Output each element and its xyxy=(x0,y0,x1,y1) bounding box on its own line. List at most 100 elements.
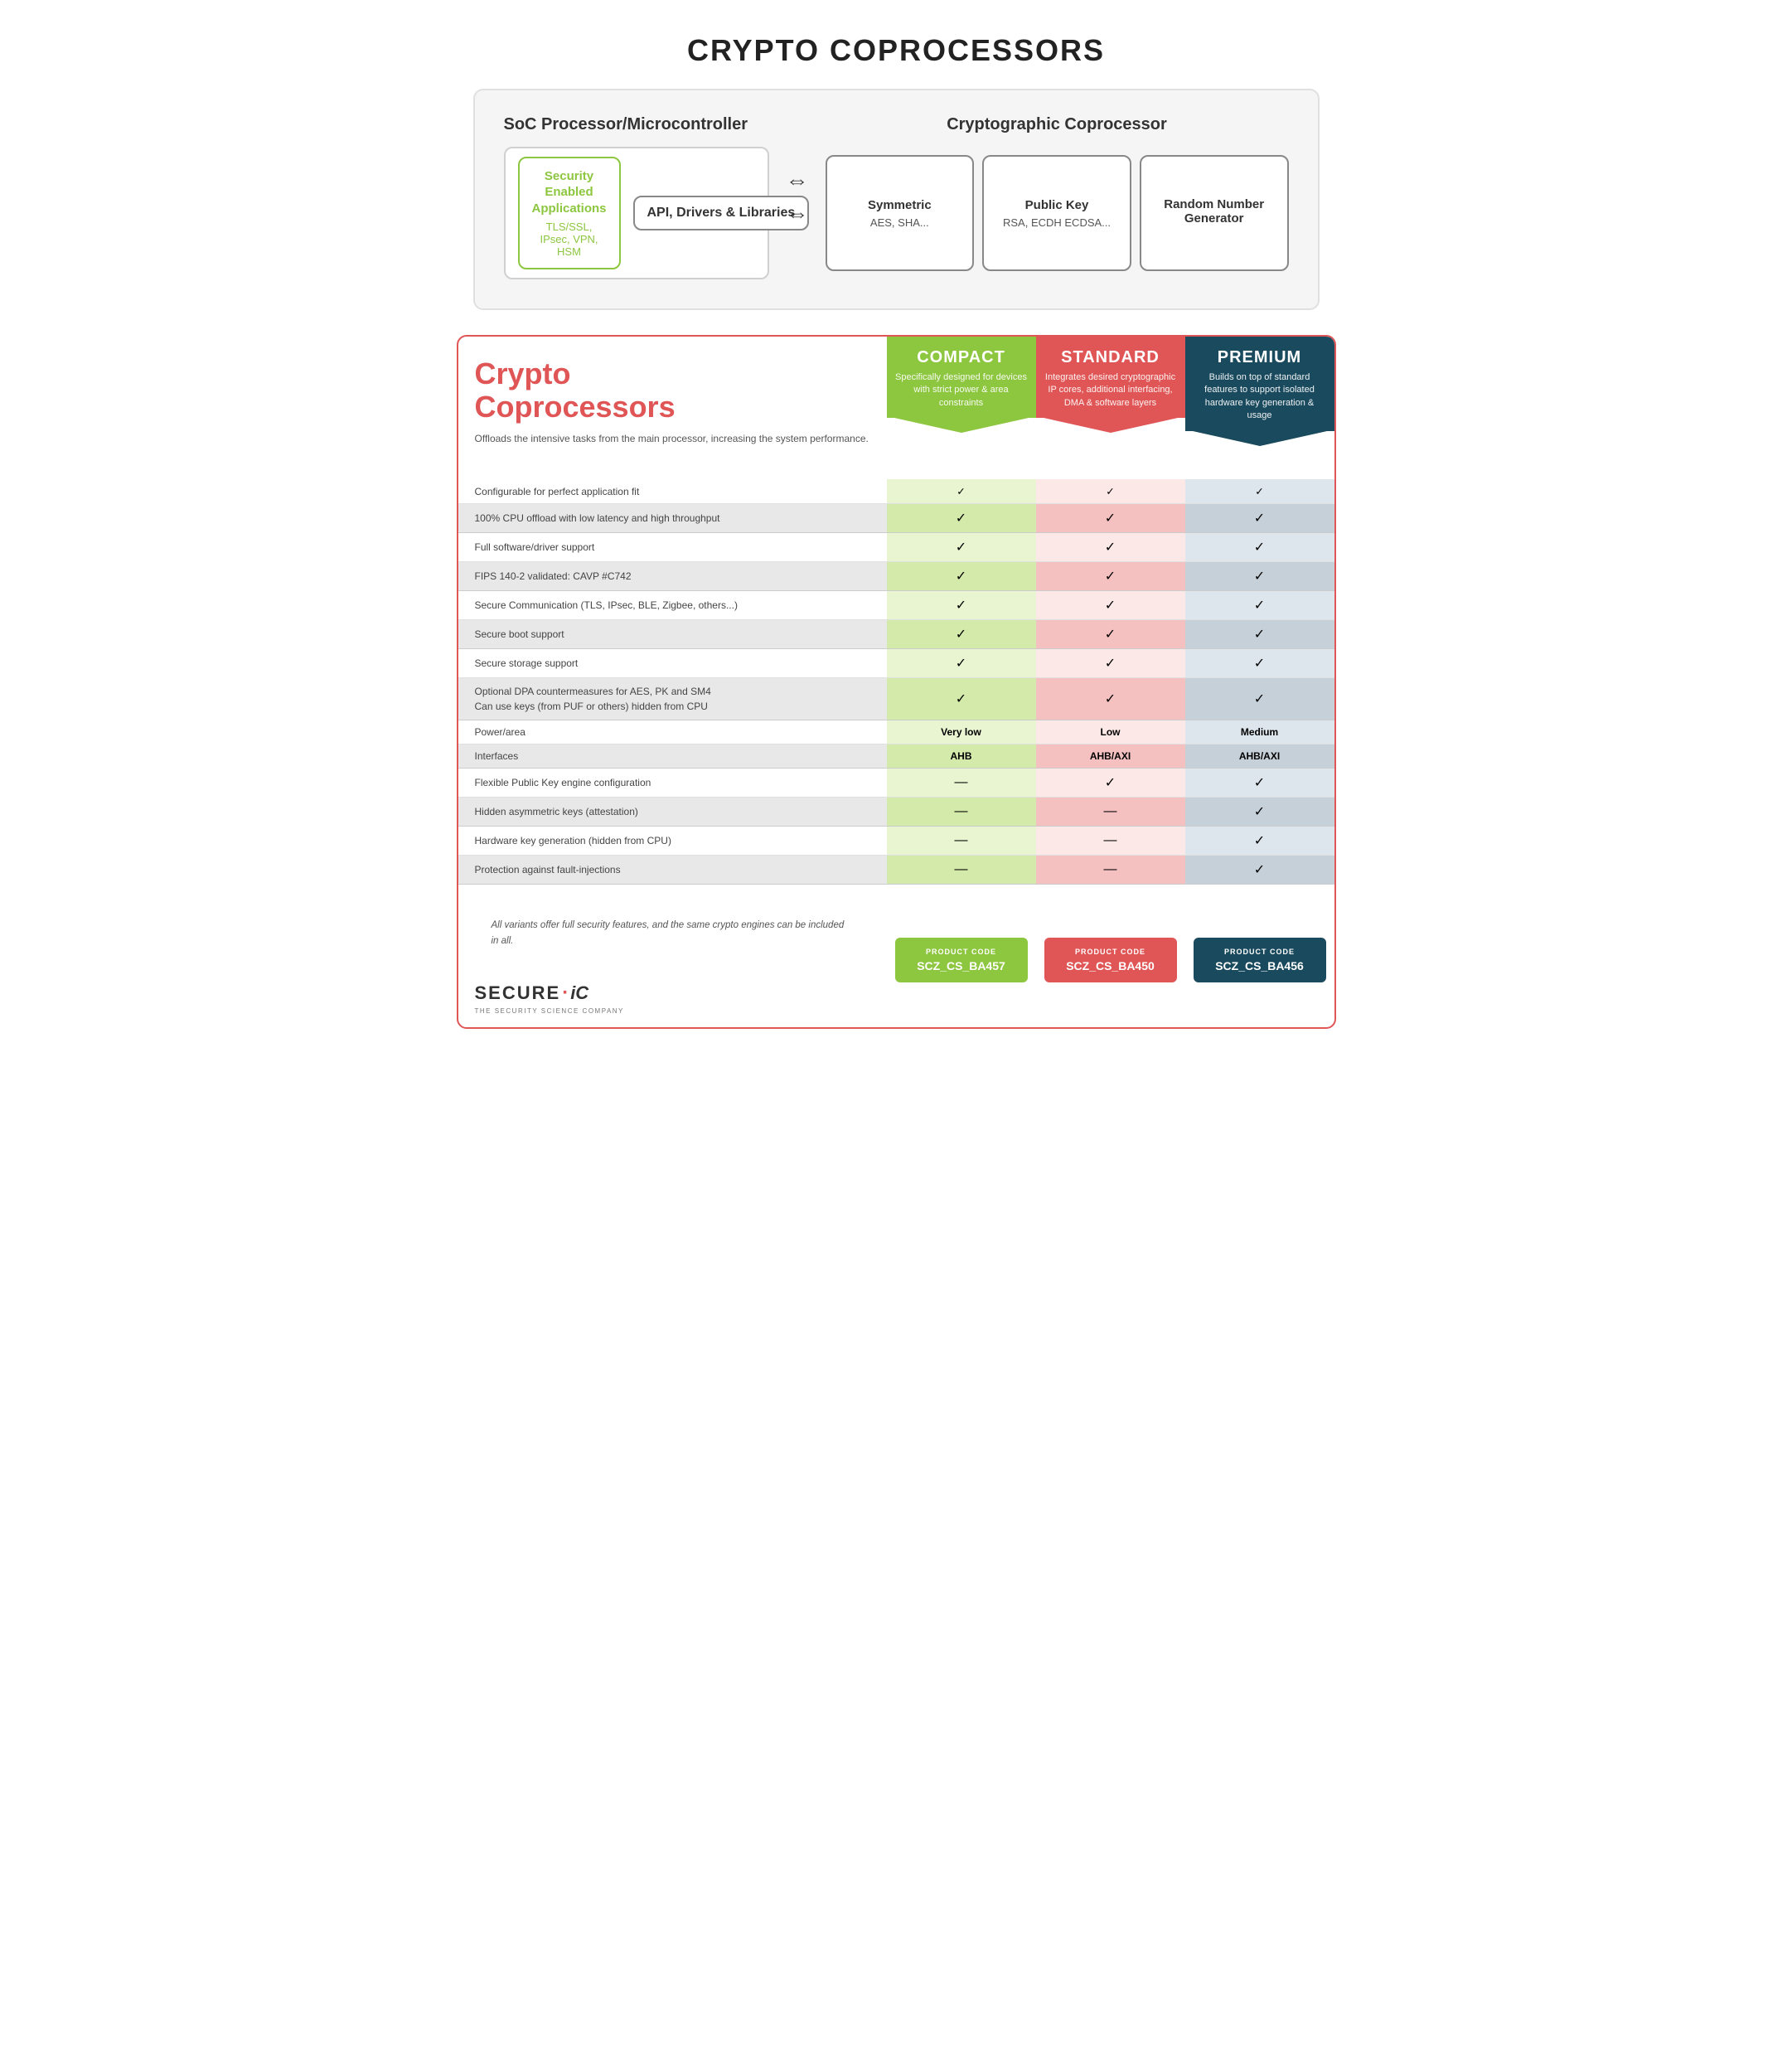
crypto-boxes: Symmetric AES, SHA... Public Key RSA, EC… xyxy=(826,147,1289,279)
publickey-title: Public Key xyxy=(1025,198,1089,212)
standard-configurable: ✓ xyxy=(1036,479,1185,504)
compact-power: Very low xyxy=(887,720,1036,744)
compact-product-code: SCZ_CS_BA457 xyxy=(908,959,1015,972)
cc-subtitle: Offloads the intensive tasks from the ma… xyxy=(475,431,870,446)
premium-interfaces: AHB/AXI xyxy=(1185,744,1334,769)
standard-desc: Integrates desired cryptographic IP core… xyxy=(1044,371,1177,410)
publickey-sub: RSA, ECDH ECDSA... xyxy=(1003,216,1111,229)
sec-enabled-sub: TLS/SSL, IPsec, VPN, HSM xyxy=(532,221,607,258)
compact-dpa: ✓ xyxy=(887,678,1036,720)
compact-header: COMPACT Specifically designed for device… xyxy=(887,337,1036,458)
product-code-compact: PRODUCT CODE SCZ_CS_BA457 xyxy=(887,893,1036,1027)
crypto-box-symmetric: Symmetric AES, SHA... xyxy=(826,155,975,271)
symmetric-title: Symmetric xyxy=(868,198,932,212)
label-flexiblepk: Flexible Public Key engine configuration xyxy=(458,769,887,798)
label-interfaces: Interfaces xyxy=(458,744,887,769)
product-code-standard: PRODUCT CODE SCZ_CS_BA450 xyxy=(1036,893,1185,1027)
label-software: Full software/driver support xyxy=(458,533,887,562)
standard-hiddenasym: — xyxy=(1036,798,1185,827)
premium-secboot: ✓ xyxy=(1185,620,1334,649)
logo-suffix: iC xyxy=(570,982,588,1004)
standard-software: ✓ xyxy=(1036,533,1185,562)
compact-fips: ✓ xyxy=(887,562,1036,591)
soc-box: Security Enabled Applications TLS/SSL, I… xyxy=(504,147,769,279)
standard-secboot: ✓ xyxy=(1036,620,1185,649)
compact-hwkeygen: — xyxy=(887,827,1036,856)
premium-badge: PREMIUM Builds on top of standard featur… xyxy=(1185,337,1334,431)
crypto-title: Cryptographic Coprocessor xyxy=(826,115,1289,134)
label-dpa: Optional DPA countermeasures for AES, PK… xyxy=(458,678,887,720)
standard-cpu: ✓ xyxy=(1036,504,1185,533)
soc-column: SoC Processor/Microcontroller Security E… xyxy=(496,107,777,288)
premium-faultinject: ✓ xyxy=(1185,856,1334,885)
label-faultinject: Protection against fault-injections xyxy=(458,856,887,885)
compact-secboot: ✓ xyxy=(887,620,1036,649)
compact-badge: COMPACT Specifically designed for device… xyxy=(887,337,1036,418)
premium-title: PREMIUM xyxy=(1194,348,1326,367)
standard-flexiblepk: ✓ xyxy=(1036,769,1185,798)
compact-seccomm: ✓ xyxy=(887,591,1036,620)
standard-product-code: SCZ_CS_BA450 xyxy=(1057,959,1165,972)
standard-header: STANDARD Integrates desired cryptographi… xyxy=(1036,337,1185,458)
premium-fips: ✓ xyxy=(1185,562,1334,591)
security-enabled-box: Security Enabled Applications TLS/SSL, I… xyxy=(518,157,621,270)
standard-fips: ✓ xyxy=(1036,562,1185,591)
premium-product-code: SCZ_CS_BA456 xyxy=(1206,959,1314,972)
premium-header: PREMIUM Builds on top of standard featur… xyxy=(1185,337,1334,458)
compact-faultinject: — xyxy=(887,856,1036,885)
standard-seccomm: ✓ xyxy=(1036,591,1185,620)
label-seccomm: Secure Communication (TLS, IPsec, BLE, Z… xyxy=(458,591,887,620)
premium-hwkeygen: ✓ xyxy=(1185,827,1334,856)
crypto-box-publickey: Public Key RSA, ECDH ECDSA... xyxy=(982,155,1131,271)
compact-secstorage: ✓ xyxy=(887,649,1036,678)
label-hwkeygen: Hardware key generation (hidden from CPU… xyxy=(458,827,887,856)
logo-area: SECURE · iC THE SECURITY SCIENCE COMPANY xyxy=(475,973,870,1015)
product-code-premium: PRODUCT CODE SCZ_CS_BA456 xyxy=(1185,893,1334,1027)
arrows: ⇔ ⇔ xyxy=(777,107,817,288)
symmetric-sub: AES, SHA... xyxy=(870,216,929,229)
standard-badge: STANDARD Integrates desired cryptographi… xyxy=(1036,337,1185,418)
premium-desc: Builds on top of standard features to su… xyxy=(1194,371,1326,423)
label-hiddenasym: Hidden asymmetric keys (attestation) xyxy=(458,798,887,827)
standard-power: Low xyxy=(1036,720,1185,744)
label-secstorage: Secure storage support xyxy=(458,649,887,678)
compact-interfaces: AHB xyxy=(887,744,1036,769)
main-title: CRYPTO COPROCESSORS xyxy=(473,17,1320,89)
premium-hiddenasym: ✓ xyxy=(1185,798,1334,827)
label-power: Power/area xyxy=(458,720,887,744)
label-cpu: 100% CPU offload with low latency and hi… xyxy=(458,504,887,533)
top-section: CRYPTO COPROCESSORS SoC Processor/Microc… xyxy=(448,0,1344,335)
cc-main-title: Crypto Coprocessors xyxy=(475,357,870,423)
footer-row: All variants offer full security feature… xyxy=(458,893,1334,1027)
arrow-double-up: ⇔ xyxy=(786,167,809,194)
architecture-diagram: SoC Processor/Microcontroller Security E… xyxy=(473,89,1320,310)
label-configurable: Configurable for perfect application fit xyxy=(458,479,887,504)
premium-cpu: ✓ xyxy=(1185,504,1334,533)
compact-configurable: ✓ xyxy=(887,479,1036,504)
standard-secstorage: ✓ xyxy=(1036,649,1185,678)
compact-title: COMPACT xyxy=(895,348,1028,367)
arrow-double-down: ⇔ xyxy=(786,201,809,227)
header-spacer xyxy=(458,458,1334,479)
premium-seccomm: ✓ xyxy=(1185,591,1334,620)
standard-dpa: ✓ xyxy=(1036,678,1185,720)
soc-title: SoC Processor/Microcontroller xyxy=(504,115,769,134)
compact-flexiblepk: — xyxy=(887,769,1036,798)
compact-software: ✓ xyxy=(887,533,1036,562)
rng-title: Random Number Generator xyxy=(1151,197,1277,226)
standard-title: STANDARD xyxy=(1044,348,1177,367)
feature-table: Configurable for perfect application fit… xyxy=(458,479,1334,885)
comparison-header: Crypto Coprocessors Offloads the intensi… xyxy=(458,337,1334,458)
standard-faultinject: — xyxy=(1036,856,1185,885)
sec-enabled-title: Security Enabled Applications xyxy=(532,168,607,217)
compact-product-label: PRODUCT CODE xyxy=(908,948,1015,956)
label-fips: FIPS 140-2 validated: CAVP #C742 xyxy=(458,562,887,591)
cc-title-cell: Crypto Coprocessors Offloads the intensi… xyxy=(458,337,887,458)
standard-interfaces: AHB/AXI xyxy=(1036,744,1185,769)
premium-software: ✓ xyxy=(1185,533,1334,562)
standard-product-label: PRODUCT CODE xyxy=(1057,948,1165,956)
premium-flexiblepk: ✓ xyxy=(1185,769,1334,798)
standard-hwkeygen: — xyxy=(1036,827,1185,856)
crypto-column: Cryptographic Coprocessor Symmetric AES,… xyxy=(817,107,1297,288)
label-secboot: Secure boot support xyxy=(458,620,887,649)
